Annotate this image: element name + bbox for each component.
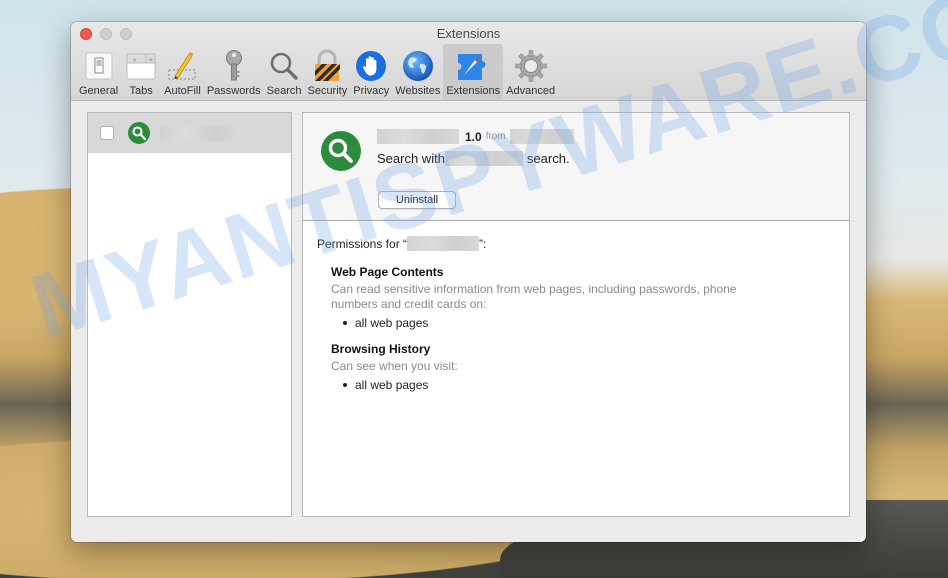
extension-list-item[interactable]	[88, 113, 291, 153]
bullet-icon	[343, 321, 347, 325]
permission-description: Can read sensitive information from web …	[331, 282, 737, 311]
developer-redacted	[509, 129, 574, 144]
description-prefix: Search with	[377, 151, 445, 166]
svg-text:×: ×	[132, 57, 137, 64]
permissions-heading: Permissions for “ ”:	[317, 236, 849, 251]
bullet-icon	[343, 383, 347, 387]
gear-icon	[514, 49, 548, 83]
permission-description: Can see when you visit:	[331, 359, 458, 373]
tab-extensions[interactable]: Extensions	[443, 44, 504, 100]
safari-preferences-window: Extensions General × + Tabs AutoFill Pas…	[71, 22, 866, 542]
key-icon	[217, 49, 251, 83]
extension-header: 1.0 from Search with search. Uninstall	[303, 113, 849, 221]
tab-advanced[interactable]: Advanced	[503, 44, 558, 100]
description-suffix: search.	[526, 151, 570, 166]
tab-privacy[interactable]: Privacy	[350, 44, 392, 100]
window-title: Extensions	[436, 26, 501, 41]
extension-enable-checkbox[interactable]	[100, 126, 114, 140]
extension-title-line: 1.0 from	[377, 129, 574, 144]
permission-scope-label: all web pages	[355, 316, 429, 330]
permission-browsing-history: Browsing History Can see when you visit:…	[331, 342, 849, 392]
extension-version: 1.0	[465, 129, 482, 144]
switch-icon	[82, 49, 116, 83]
permission-scope-item: all web pages	[343, 316, 849, 330]
permission-title: Web Page Contents	[331, 265, 444, 279]
green-search-icon	[128, 122, 150, 144]
permissions-name-redacted	[407, 236, 480, 251]
permission-scope-label: all web pages	[355, 378, 429, 392]
permission-web-page-contents: Web Page Contents Can read sensitive inf…	[331, 265, 849, 330]
tab-search[interactable]: Search	[264, 44, 305, 100]
uninstall-button[interactable]: Uninstall	[378, 191, 456, 209]
magnifier-icon	[267, 49, 301, 83]
extension-name-redacted	[160, 125, 240, 141]
tab-general[interactable]: General	[76, 44, 121, 100]
tab-passwords[interactable]: Passwords	[204, 44, 264, 100]
from-label: from	[485, 131, 506, 142]
tab-websites[interactable]: Websites	[392, 44, 443, 100]
puzzle-compass-icon	[456, 49, 490, 83]
green-search-icon	[321, 131, 361, 171]
extension-detail: 1.0 from Search with search. Uninstall P…	[302, 112, 850, 517]
pencil-icon	[165, 49, 199, 83]
permission-scope-item: all web pages	[343, 378, 849, 392]
extension-list	[87, 112, 292, 517]
globe-icon	[401, 49, 435, 83]
tab-tabs[interactable]: × + Tabs	[121, 44, 161, 100]
permission-title: Browsing History	[331, 342, 431, 356]
preferences-toolbar: General × + Tabs AutoFill Passwords Sear…	[76, 44, 558, 100]
permissions-suffix: ”:	[479, 236, 487, 251]
description-redacted	[444, 151, 523, 166]
titlebar: Extensions General × + Tabs AutoFill Pas…	[71, 22, 866, 101]
extension-name-redacted	[377, 129, 459, 144]
permissions-section: Permissions for “ ”: Web Page Contents C…	[303, 221, 849, 392]
tab-autofill[interactable]: AutoFill	[161, 44, 204, 100]
extension-description: Search with search.	[377, 151, 570, 166]
permissions-prefix: Permissions for “	[317, 236, 408, 251]
tab-security[interactable]: Security	[304, 44, 350, 100]
hand-icon	[354, 49, 388, 83]
padlock-icon	[310, 49, 344, 83]
tabs-icon: × +	[124, 49, 158, 83]
svg-text:+: +	[148, 56, 154, 64]
extensions-content: 1.0 from Search with search. Uninstall P…	[71, 102, 866, 542]
